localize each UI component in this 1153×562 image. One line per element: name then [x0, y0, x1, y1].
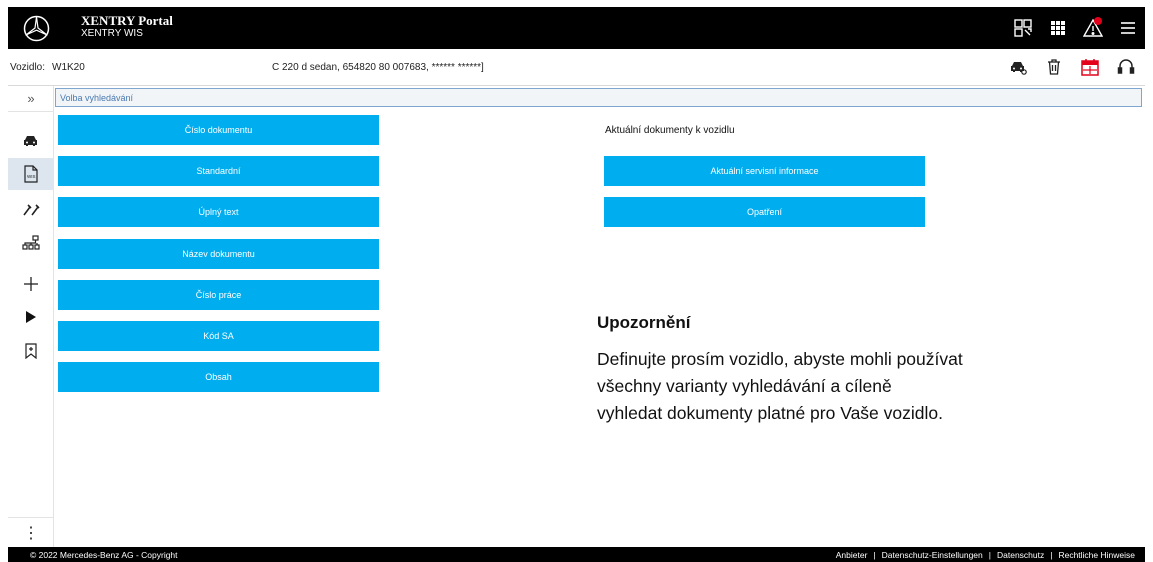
mercedes-star-logo[interactable] — [23, 15, 50, 42]
footer-separator: | — [1050, 550, 1053, 560]
footer-link-privacy-settings[interactable]: Datenschutz-Einstellungen — [882, 550, 983, 560]
app-subtitle: XENTRY WIS — [81, 28, 143, 39]
tools-icon[interactable] — [8, 193, 54, 225]
wis-document-icon[interactable]: WIS — [8, 158, 54, 190]
current-documents-label: Aktuální dokumenty k vozidlu — [605, 125, 735, 136]
footer: © 2022 Mercedes-Benz AG - Copyright Anbi… — [8, 547, 1145, 562]
notice-line: všechny varianty vyhledávání a cíleně — [597, 376, 892, 396]
headset-icon[interactable] — [1115, 56, 1137, 78]
measures-button[interactable]: Opatření — [604, 197, 925, 227]
bookmark-icon[interactable] — [8, 335, 54, 367]
trash-icon[interactable] — [1043, 56, 1065, 78]
left-sidebar: » WIS ⋮ — [8, 86, 54, 547]
sidebar-expand-button[interactable]: » — [8, 86, 54, 112]
copyright: © 2022 Mercedes-Benz AG - Copyright — [30, 550, 178, 560]
plus-icon[interactable] — [8, 268, 54, 300]
xentry-portal-page: XENTRY Portal XENTRY WIS Vozidlo: W1K20 … — [0, 0, 1153, 562]
play-icon[interactable] — [8, 301, 54, 333]
footer-link-privacy[interactable]: Datenschutz — [997, 550, 1044, 560]
breadcrumb[interactable]: Volba vyhledávání — [55, 88, 1142, 107]
qr-scan-icon[interactable] — [1012, 17, 1034, 39]
vehicle-actions — [1007, 56, 1137, 78]
notice-title: Upozornění — [597, 313, 691, 332]
footer-separator: | — [873, 550, 876, 560]
svg-text:WIS: WIS — [27, 174, 36, 179]
notification-dot — [1094, 17, 1102, 25]
search-contents-button[interactable]: Obsah — [58, 362, 379, 392]
menu-icon[interactable] — [1117, 17, 1139, 39]
vehicle-bar: Vozidlo: W1K20 C 220 d sedan, 654820 80 … — [8, 49, 1145, 86]
more-options-button[interactable]: ⋮ — [8, 517, 54, 547]
search-document-name-button[interactable]: Název dokumentu — [58, 239, 379, 269]
brand-block: XENTRY Portal XENTRY WIS — [81, 14, 173, 40]
app-title: XENTRY Portal — [81, 13, 173, 28]
apps-grid-icon[interactable] — [1047, 17, 1069, 39]
calendar-icon[interactable] — [1079, 56, 1101, 78]
top-header: XENTRY Portal XENTRY WIS — [8, 7, 1145, 49]
footer-link-provider[interactable]: Anbieter — [836, 550, 868, 560]
search-full-text-button[interactable]: Úplný text — [58, 197, 379, 227]
footer-separator: | — [988, 550, 991, 560]
header-icons — [1012, 7, 1139, 49]
notice-line: Definujte prosím vozidlo, abyste mohli p… — [597, 349, 963, 369]
notice-line: vyhledat dokumenty platné pro Vaše vozid… — [597, 403, 943, 423]
vehicle-vin[interactable]: W1K20 — [52, 62, 85, 73]
car-search-icon[interactable] — [8, 125, 54, 157]
notice-text: Definujte prosím vozidlo, abyste mohli p… — [597, 346, 1087, 427]
search-standard-button[interactable]: Standardní — [58, 156, 379, 186]
network-icon[interactable] — [8, 227, 54, 259]
search-document-number-button[interactable]: Číslo dokumentu — [58, 115, 379, 145]
search-sa-code-button[interactable]: Kód SA — [58, 321, 379, 351]
vehicle-label: Vozidlo: — [10, 62, 46, 73]
search-work-number-button[interactable]: Číslo práce — [58, 280, 379, 310]
footer-link-legal[interactable]: Rechtliche Hinweise — [1058, 550, 1135, 560]
footer-links: Anbieter | Datenschutz-Einstellungen | D… — [836, 550, 1135, 560]
warning-icon[interactable] — [1082, 17, 1104, 39]
car-search-icon[interactable] — [1007, 56, 1029, 78]
vehicle-description: C 220 d sedan, 654820 80 007683, ****** … — [272, 62, 484, 73]
current-service-info-button[interactable]: Aktuální servisní informace — [604, 156, 925, 186]
